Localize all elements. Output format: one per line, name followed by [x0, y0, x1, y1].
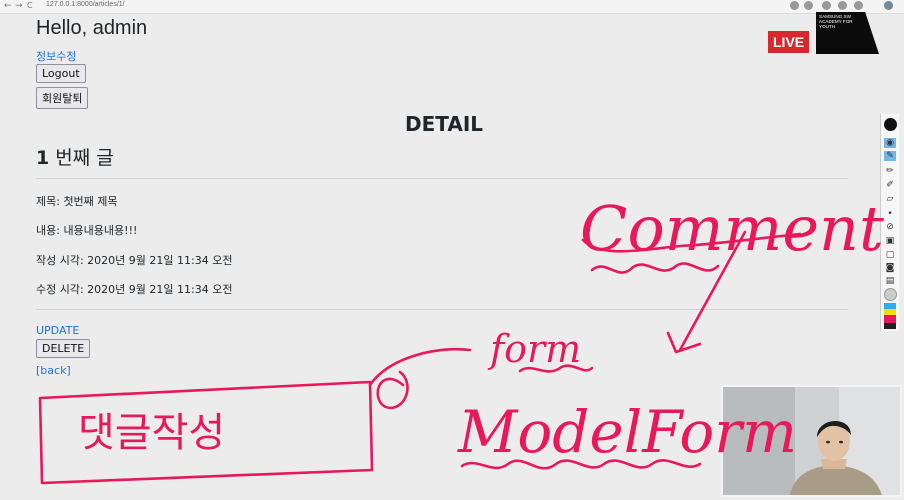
profile-avatar-icon[interactable] [884, 1, 893, 10]
pin-icon[interactable] [884, 118, 897, 131]
pen-icon[interactable]: ✎ [884, 151, 896, 161]
extension-icon[interactable] [822, 1, 831, 10]
page-title: DETAIL [404, 112, 484, 136]
extension-icon[interactable] [790, 1, 799, 10]
live-badge: LIVE [768, 31, 810, 53]
dot-icon[interactable]: • [884, 209, 896, 219]
swatch-pink[interactable] [884, 315, 896, 323]
logout-button[interactable]: Logout [36, 64, 86, 83]
camera-icon[interactable]: ◙ [884, 263, 896, 273]
whiteboard-icon[interactable]: ▤ [884, 276, 896, 286]
created-at-field: 작성 시각: 2020년 9월 21일 11:34 오전 [36, 254, 233, 267]
reload-icon[interactable]: C [27, 1, 33, 10]
link-icon[interactable]: ⊘ [884, 222, 896, 232]
eraser-icon[interactable]: ▱ [884, 194, 896, 204]
academy-logo-text: SAMSUNG SW ACADEMY FOR YOUTH [819, 14, 853, 30]
back-arrow-icon[interactable]: ← [4, 1, 12, 11]
post-title-field: 제목: 첫번째 제목 [36, 195, 118, 208]
extension-icon[interactable] [854, 1, 863, 10]
delete-button[interactable]: DELETE [36, 339, 91, 358]
divider [36, 309, 848, 310]
marker-icon[interactable]: ✐ [884, 180, 896, 190]
address-bar[interactable]: 127.0.0.1:8000/articles/1/ [46, 1, 125, 8]
update-link[interactable]: UPDATE [36, 324, 79, 337]
divider [36, 178, 848, 179]
post-heading-suffix: 번째 글 [49, 147, 114, 169]
color-picker-icon[interactable] [884, 288, 897, 301]
post-number: 1 [36, 147, 50, 169]
forward-arrow-icon[interactable]: → [15, 1, 23, 11]
browser-toolbar: ← → C 127.0.0.1:8000/articles/1/ [0, 0, 904, 14]
post-content-field: 내용: 내용내용내용!!! [36, 224, 138, 237]
presenter-video [789, 420, 882, 495]
withdraw-button[interactable]: 회원탈퇴 [36, 87, 89, 109]
webcam-overlay [721, 385, 902, 497]
extension-icon[interactable] [804, 1, 813, 10]
highlighter-icon[interactable]: ✏ [884, 166, 896, 176]
extension-icon[interactable] [838, 1, 847, 10]
updated-at-field: 수정 시각: 2020년 9월 21일 11:34 오전 [36, 283, 233, 296]
trash-icon[interactable]: ▣ [884, 236, 896, 246]
screenshot-icon[interactable]: ▢ [884, 250, 896, 260]
post-heading: 1 번째 글 [36, 143, 114, 170]
back-link[interactable]: [back] [36, 364, 71, 377]
pointer-icon[interactable]: ◉ [884, 138, 896, 148]
edit-profile-link[interactable]: 정보수정 [36, 48, 76, 64]
swatch-black[interactable] [884, 323, 896, 329]
greeting-heading: Hello, admin [36, 17, 148, 39]
annotation-toolbar: ◉ ✎ ✏ ✐ ▱ • ⊘ ▣ ▢ ◙ ▤ [880, 114, 899, 331]
